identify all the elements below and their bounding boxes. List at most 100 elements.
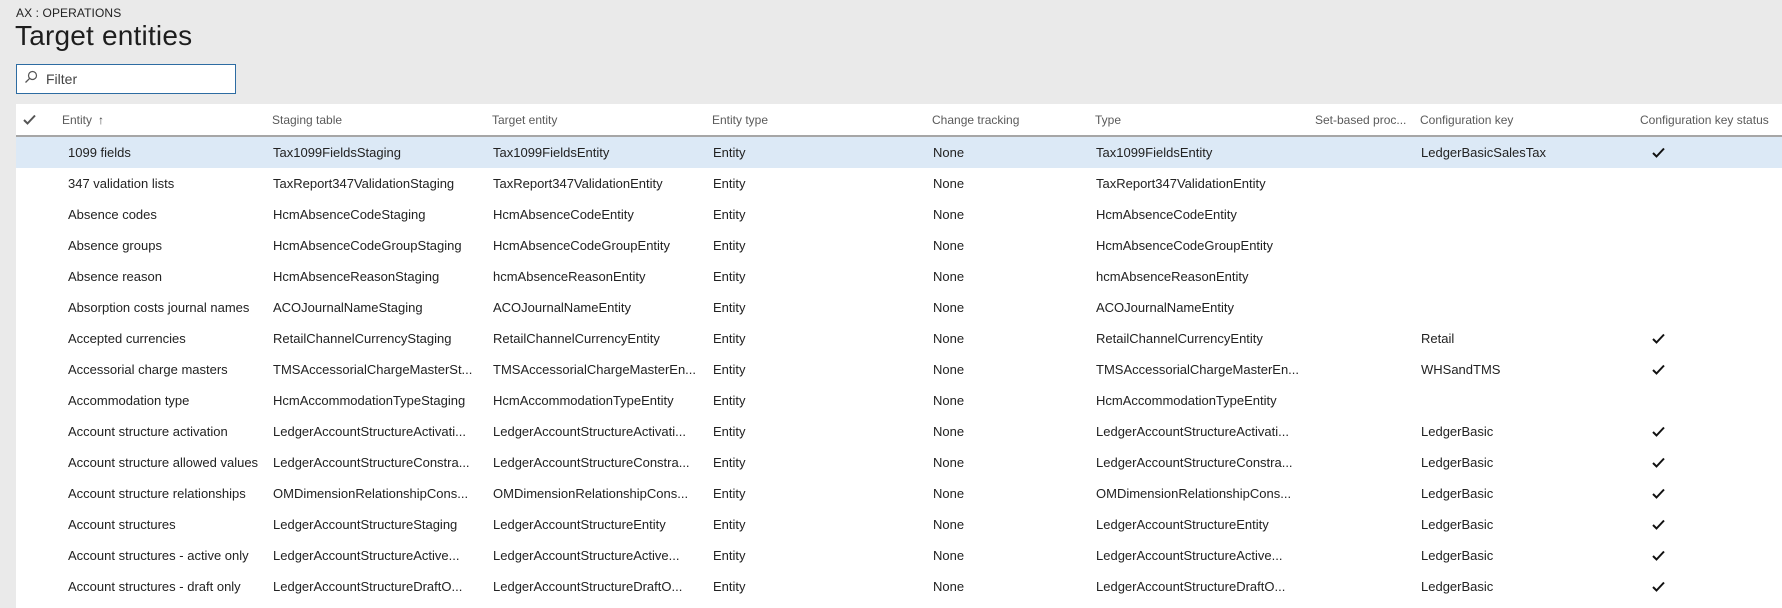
entity-type-cell: Entity (713, 424, 746, 439)
type-cell: LedgerAccountStructureActive... (1096, 548, 1283, 563)
target-entity-cell: LedgerAccountStructureActive... (493, 548, 680, 563)
column-header-label: Staging table (272, 113, 343, 127)
type-cell: TaxReport347ValidationEntity (1096, 176, 1266, 191)
entity-type-cell: Entity (713, 207, 746, 222)
table-row[interactable]: Accommodation type HcmAccommodationTypeSt… (16, 385, 1782, 416)
change-tracking-cell: None (933, 331, 965, 346)
type-cell: LedgerAccountStructureEntity (1096, 517, 1269, 532)
entity-cell[interactable]: Account structures (42, 509, 266, 540)
staging-table-cell: LedgerAccountStructureActive... (273, 548, 460, 563)
config-key-cell: LedgerBasic (1421, 548, 1494, 563)
type-cell: LedgerAccountStructureConstra... (1096, 455, 1293, 470)
column-header-set-based[interactable]: Set-based proc... (1309, 104, 1414, 137)
column-header-entity-type[interactable]: Entity type (706, 104, 926, 137)
change-tracking-cell: None (933, 424, 965, 439)
sort-ascending-icon: ↑ (98, 113, 105, 127)
config-key-cell (1414, 292, 1634, 323)
target-entity-cell: LedgerAccountStructureConstra... (493, 455, 690, 470)
checkmark-icon (1652, 519, 1665, 530)
entity-cell[interactable]: 1099 fields (42, 137, 266, 168)
column-header-label: Entity type (712, 113, 769, 127)
entity-type-cell: Entity (713, 455, 746, 470)
config-key-status-cell (1634, 137, 1782, 168)
table-row[interactable]: Account structure activation LedgerAccoun… (16, 416, 1782, 447)
target-entity-cell: TaxReport347ValidationEntity (493, 176, 663, 191)
grid-header: Entity ↑ Staging table Target entity Entity … (16, 104, 1782, 137)
table-row[interactable]: Absence reason HcmAbsenceReasonStaging hcm… (16, 261, 1782, 292)
staging-table-cell: LedgerAccountStructureActivati... (273, 424, 466, 439)
table-row[interactable]: 1099 fields Tax1099FieldsStaging Tax1099Fi… (16, 137, 1782, 168)
entity-cell[interactable]: Account structure activation (42, 416, 266, 447)
search-icon (24, 70, 46, 89)
entity-type-cell: Entity (713, 579, 746, 594)
config-key-cell (1414, 261, 1634, 292)
type-cell: ACOJournalNameEntity (1096, 300, 1234, 315)
change-tracking-cell: None (933, 269, 965, 284)
config-key-cell: LedgerBasicSalesTax (1421, 145, 1547, 160)
column-header-config-key[interactable]: Configuration key (1414, 104, 1634, 137)
type-cell: HcmAccommodationTypeEntity (1096, 393, 1277, 408)
change-tracking-cell: None (933, 548, 965, 563)
staging-table-cell: HcmAbsenceCodeGroupStaging (273, 238, 462, 253)
table-row[interactable]: Accessorial charge masters TMSAccessorial… (16, 354, 1782, 385)
column-header-target-entity[interactable]: Target entity (486, 104, 706, 137)
select-all-checkbox[interactable] (16, 104, 42, 137)
target-entity-cell: HcmAccommodationTypeEntity (493, 393, 674, 408)
entity-cell[interactable]: Account structure relationships (42, 478, 266, 509)
checkmark-icon (1652, 488, 1665, 499)
filter-box[interactable] (16, 64, 236, 94)
page-title: Target entities (15, 20, 193, 51)
column-header-config-key-status[interactable]: Configuration key status (1634, 104, 1782, 137)
table-row[interactable]: Absence codes HcmAbsenceCodeStaging HcmAbs… (16, 199, 1782, 230)
entity-cell[interactable]: Accommodation type (42, 385, 266, 416)
type-cell: TMSAccessorialChargeMasterEn... (1096, 362, 1300, 377)
entity-cell[interactable]: 347 validation lists (42, 168, 266, 199)
table-row[interactable]: Accepted currencies RetailChannelCurrency… (16, 323, 1782, 354)
config-key-cell (1414, 168, 1634, 199)
target-entity-cell: ACOJournalNameEntity (493, 300, 631, 315)
table-row[interactable]: Account structures - active only LedgerAc… (16, 540, 1782, 571)
set-based-cell (1309, 230, 1414, 261)
change-tracking-cell: None (933, 517, 965, 532)
target-entity-cell: TMSAccessorialChargeMasterEn... (493, 362, 697, 377)
entity-cell[interactable]: Account structure allowed values (42, 447, 266, 478)
entity-type-cell: Entity (713, 176, 746, 191)
set-based-cell (1309, 478, 1414, 509)
config-key-status-cell (1634, 540, 1782, 571)
config-key-cell: LedgerBasic (1421, 517, 1494, 532)
table-row[interactable]: 347 validation lists TaxReport347Validati… (16, 168, 1782, 199)
set-based-cell (1309, 416, 1414, 447)
table-row[interactable]: Account structure relationships OMDimensi… (16, 478, 1782, 509)
column-header-label: Entity (62, 113, 93, 127)
checkmark-icon (1652, 581, 1665, 592)
staging-table-cell: OMDimensionRelationshipCons... (273, 486, 469, 501)
staging-table-cell: HcmAccommodationTypeStaging (273, 393, 466, 408)
table-row[interactable]: Account structures LedgerAccountStructure… (16, 509, 1782, 540)
config-key-cell: LedgerBasic (1421, 455, 1494, 470)
config-key-status-cell (1634, 261, 1782, 292)
table-row[interactable]: Account structures - draft only LedgerAcc… (16, 571, 1782, 602)
entity-cell[interactable]: Absence groups (42, 230, 266, 261)
staging-table-cell: ACOJournalNameStaging (273, 300, 423, 315)
filter-input[interactable] (46, 71, 226, 87)
checkmark-icon (1652, 426, 1665, 437)
entity-cell[interactable]: Account structures - active only (42, 540, 266, 571)
table-row[interactable]: Absorption costs journal names ACOJournal… (16, 292, 1782, 323)
entity-cell[interactable]: Account structures - draft only (42, 571, 266, 602)
checkmark-icon (1652, 364, 1665, 375)
column-header-entity[interactable]: Entity ↑ (42, 104, 266, 137)
column-header-staging-table[interactable]: Staging table (266, 104, 486, 137)
table-row[interactable]: Absence groups HcmAbsenceCodeGroupStaging… (16, 230, 1782, 261)
entity-cell[interactable]: Absorption costs journal names (42, 292, 266, 323)
entity-cell[interactable]: Accessorial charge masters (42, 354, 266, 385)
entity-cell[interactable]: Accepted currencies (42, 323, 266, 354)
column-header-change-tracking[interactable]: Change tracking (926, 104, 1089, 137)
entity-cell[interactable]: Absence codes (42, 199, 266, 230)
entity-cell[interactable]: Absence reason (42, 261, 266, 292)
table-row[interactable]: Account structure allowed values LedgerAc… (16, 447, 1782, 478)
config-key-status-cell (1634, 416, 1782, 447)
config-key-cell: Retail (1421, 331, 1455, 346)
column-header-type[interactable]: Type (1089, 104, 1309, 137)
target-entity-cell: HcmAbsenceCodeEntity (493, 207, 634, 222)
set-based-cell (1309, 261, 1414, 292)
